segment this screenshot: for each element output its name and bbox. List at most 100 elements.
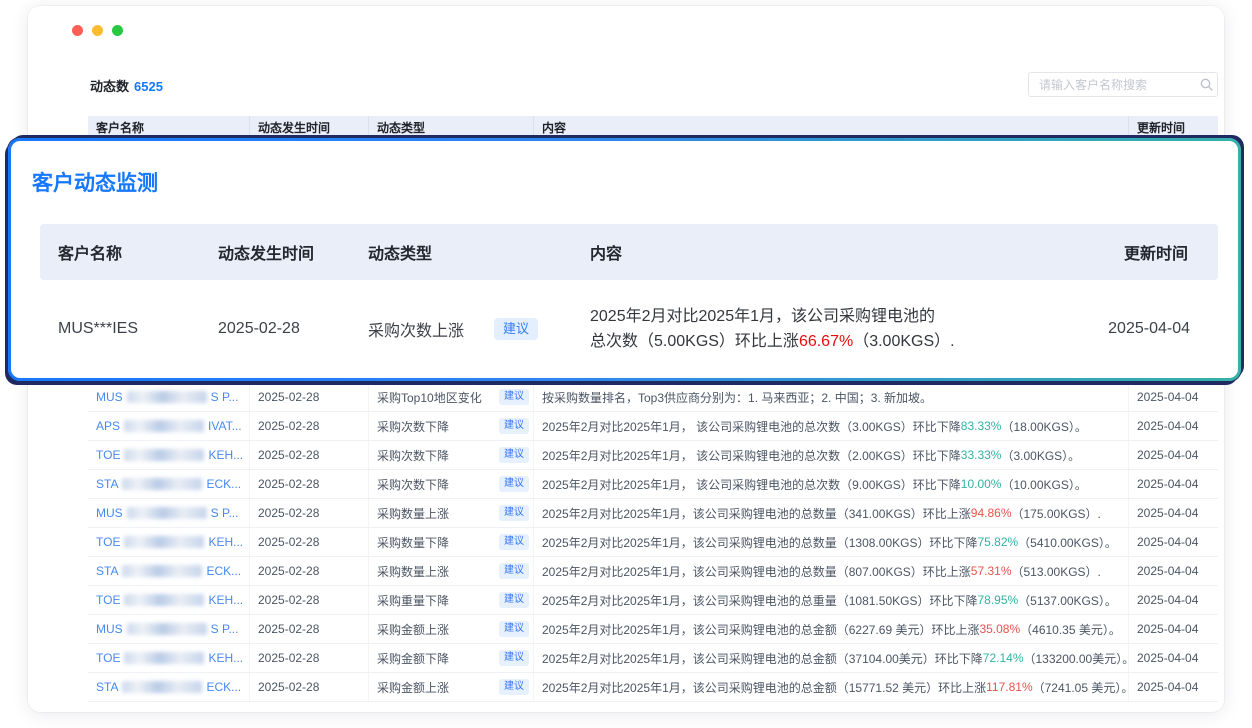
table-row: STAECK... 2025-02-28 采购次数下降 建议 2025年2月对比… bbox=[88, 470, 1218, 499]
content-text: 2025年2月对比2025年1月，该公司采购锂电池的总数量（1308.00KGS… bbox=[542, 534, 977, 551]
customer-name-suffix: ECK... bbox=[206, 477, 241, 491]
event-type: 采购数量上涨 bbox=[377, 563, 449, 580]
content-text-post: （4610.35 美元）。 bbox=[1020, 621, 1121, 638]
content-percentage: 83.33% bbox=[961, 419, 1002, 433]
customer-name-link[interactable]: APSIVAT... bbox=[88, 412, 250, 440]
table-row: TOE KEH... 2025-02-28 采购数量下降 建议 2025年2月对比… bbox=[88, 528, 1218, 557]
content-percentage: 72.14% bbox=[983, 651, 1024, 665]
suggestion-badge: 建议 bbox=[499, 592, 529, 608]
header-event-type: 动态类型 bbox=[369, 116, 534, 140]
search-input[interactable] bbox=[1029, 78, 1200, 92]
content-text-post: （10.00KGS）。 bbox=[1001, 476, 1086, 493]
customer-name-prefix: MUS bbox=[96, 622, 123, 636]
content-text-post: （18.00KGS）。 bbox=[1001, 418, 1086, 435]
customer-name-prefix: TOE bbox=[96, 535, 120, 549]
customer-name-link[interactable]: TOEKEH... bbox=[88, 586, 250, 614]
header-event-time: 动态发生时间 bbox=[250, 116, 369, 140]
count-value: 6525 bbox=[134, 79, 163, 94]
count-label: 动态数 bbox=[90, 79, 129, 94]
overlay-content: 2025年2月对比2025年1月，该公司采购锂电池的 总次数（5.00KGS）环… bbox=[572, 304, 1090, 354]
content-percentage: 10.00% bbox=[961, 477, 1002, 491]
customer-name-prefix: STA bbox=[96, 477, 118, 491]
suggestion-badge: 建议 bbox=[499, 389, 529, 405]
customer-name-link[interactable]: TOEKEH... bbox=[88, 644, 250, 672]
update-date: 2025-04-04 bbox=[1129, 383, 1218, 411]
update-date: 2025-04-04 bbox=[1129, 528, 1218, 556]
event-type: 采购次数下降 bbox=[377, 447, 449, 464]
content-percentage: 75.82% bbox=[977, 535, 1018, 549]
event-type: 采购金额上涨 bbox=[377, 679, 449, 696]
customer-name-suffix: KEH... bbox=[208, 651, 243, 665]
overlay-event-type-cell: 采购次数上涨 建议 bbox=[350, 317, 572, 341]
content-text-post: （7241.05 美元）。 bbox=[1033, 679, 1129, 696]
blurred-name-mask bbox=[127, 507, 207, 519]
customer-name-link[interactable]: MUSS P... bbox=[88, 499, 250, 527]
event-type-cell: 采购次数下降 建议 bbox=[369, 441, 534, 469]
table-row: TOEKEH... 2025-02-28 采购金额下降 建议 2025年2月对比… bbox=[88, 644, 1218, 673]
event-type: 采购重量下降 bbox=[377, 592, 449, 609]
customer-name-link[interactable]: MUSS P... bbox=[88, 383, 250, 411]
minimize-window-button[interactable] bbox=[92, 25, 103, 36]
search-icon[interactable] bbox=[1200, 78, 1213, 91]
content-text-post: （175.00KGS）. bbox=[1012, 505, 1101, 522]
content-percentage: 94.86% bbox=[971, 506, 1012, 520]
blurred-name-mask bbox=[122, 565, 202, 577]
event-type-cell: 采购次数下降 建议 bbox=[369, 412, 534, 440]
overlay-content-line2: 总次数（5.00KGS）环比上涨 bbox=[590, 333, 799, 350]
event-type-cell: 采购次数下降 建议 bbox=[369, 470, 534, 498]
overlay-header-customer-name: 客户名称 bbox=[40, 240, 200, 264]
customer-name-link[interactable]: TOE KEH... bbox=[88, 528, 250, 556]
overlay-content-line1: 2025年2月对比2025年1月，该公司采购锂电池的 bbox=[590, 304, 1080, 329]
blurred-name-mask bbox=[124, 536, 204, 548]
customer-name-link[interactable]: TOEKEH... bbox=[88, 441, 250, 469]
detail-overlay-panel: 客户动态监测 客户名称 动态发生时间 动态类型 内容 更新时间 MUS***IE… bbox=[11, 141, 1238, 378]
content-text: 2025年2月对比2025年1月，该公司采购锂电池的总金额（37104.00美元… bbox=[542, 650, 983, 667]
overlay-customer-name: MUS***IES bbox=[40, 320, 200, 338]
content-percentage: 57.31% bbox=[971, 564, 1012, 578]
content-text: 2025年2月对比2025年1月， 该公司采购锂电池的总次数（2.00KGS）环… bbox=[542, 447, 961, 464]
event-date: 2025-02-28 bbox=[250, 528, 369, 556]
event-type: 采购金额上涨 bbox=[377, 621, 449, 638]
customer-name-link[interactable]: MUSS P... bbox=[88, 615, 250, 643]
customer-name-suffix: KEH... bbox=[208, 535, 243, 549]
event-content: 按采购数量排名，Top3供应商分别为：1. 马来西亚；2. 中国；3. 新加坡。 bbox=[534, 383, 1129, 411]
update-date: 2025-04-04 bbox=[1129, 615, 1218, 643]
event-type-cell: 采购数量下降 建议 bbox=[369, 528, 534, 556]
event-content: 2025年2月对比2025年1月，该公司采购锂电池的总数量（341.00KGS）… bbox=[534, 499, 1129, 527]
blurred-name-mask bbox=[124, 594, 204, 606]
update-date: 2025-04-04 bbox=[1129, 557, 1218, 585]
table-row: APSIVAT... 2025-02-28 采购次数下降 建议 2025年2月对… bbox=[88, 412, 1218, 441]
update-date: 2025-04-04 bbox=[1129, 673, 1218, 701]
table-row: STAECK... 2025-02-28 采购数量上涨 建议 2025年2月对比… bbox=[88, 557, 1218, 586]
suggestion-badge: 建议 bbox=[499, 447, 529, 463]
event-type: 采购Top10地区变化 bbox=[377, 389, 482, 406]
event-type: 采购次数下降 bbox=[377, 418, 449, 435]
header-customer-name: 客户名称 bbox=[88, 116, 250, 140]
event-content: 2025年2月对比2025年1月，该公司采购锂电池的总重量（1081.50KGS… bbox=[534, 586, 1129, 614]
suggestion-badge: 建议 bbox=[499, 505, 529, 521]
event-date: 2025-02-28 bbox=[250, 557, 369, 585]
table-header-row: 客户名称 动态发生时间 动态类型 内容 更新时间 bbox=[88, 116, 1218, 140]
maximize-window-button[interactable] bbox=[112, 25, 123, 36]
table-row: MUSS P... 2025-02-28 采购数量上涨 建议 2025年2月对比… bbox=[88, 499, 1218, 528]
content-text: 2025年2月对比2025年1月，该公司采购锂电池的总数量（341.00KGS）… bbox=[542, 505, 971, 522]
page: 动态数 6525 客户名称 动态发生时间 动态类型 内容 更新时间 MUSS P.… bbox=[0, 0, 1252, 728]
customer-name-link[interactable]: STAECK... bbox=[88, 673, 250, 701]
event-date: 2025-02-28 bbox=[250, 412, 369, 440]
customer-name-prefix: MUS bbox=[96, 506, 123, 520]
suggestion-badge: 建议 bbox=[499, 476, 529, 492]
customer-name-link[interactable]: STA ECK... bbox=[88, 470, 250, 498]
event-content: 2025年2月对比2025年1月，该公司采购锂电池的总金额（15771.52 美… bbox=[534, 673, 1129, 701]
overlay-event-type: 采购次数上涨 bbox=[368, 317, 464, 341]
customer-name-link[interactable]: STAECK... bbox=[88, 557, 250, 585]
table-body: MUSS P... 2025-02-28 采购Top10地区变化 建议 按采购数… bbox=[88, 383, 1218, 702]
close-window-button[interactable] bbox=[72, 25, 83, 36]
event-date: 2025-02-28 bbox=[250, 470, 369, 498]
event-content: 2025年2月对比2025年1月，该公司采购锂电池的总金额（37104.00美元… bbox=[534, 644, 1129, 672]
suggestion-badge: 建议 bbox=[499, 534, 529, 550]
content-percentage: 117.81% bbox=[986, 680, 1032, 694]
overlay-event-date: 2025-02-28 bbox=[200, 320, 350, 338]
event-date: 2025-02-28 bbox=[250, 615, 369, 643]
blurred-name-mask bbox=[127, 391, 207, 403]
search-box[interactable] bbox=[1028, 72, 1218, 97]
